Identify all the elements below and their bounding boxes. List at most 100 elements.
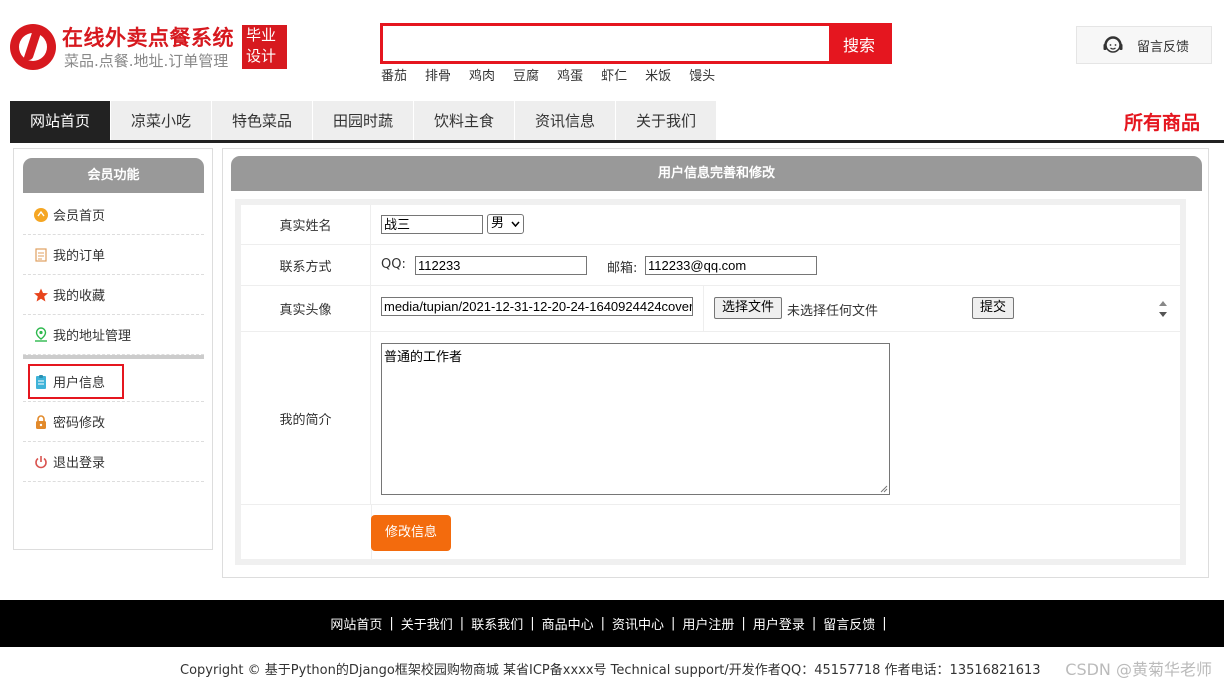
sidebar-item-orders[interactable]: 我的订单	[23, 235, 204, 275]
feedback-button[interactable]: 留言反馈	[1076, 26, 1212, 64]
upload-submit-button[interactable]: 提交	[972, 297, 1015, 319]
order-icon	[33, 247, 49, 263]
footer-nav: 网站首页 | 关于我们 | 联系我们 | 商品中心 | 资讯中心 | 用户注册 | 用户登录…	[0, 600, 1224, 647]
nav-tab-specialties[interactable]: 特色菜品	[212, 101, 313, 140]
footer-separator: |	[671, 616, 676, 631]
update-info-button[interactable]: 修改信息	[371, 515, 451, 551]
footer-separator: |	[459, 616, 465, 631]
copyright-text: Copyright © 基于Python的Django框架校园购物商城 某省IC…	[180, 663, 1041, 678]
sidebar-item-label: 我的订单	[53, 249, 106, 264]
contact-label: 联系方式	[241, 245, 371, 285]
panel-title: 用户信息完善和修改	[231, 156, 1202, 191]
logo-mark-icon	[10, 24, 56, 70]
footer-separator: |	[741, 616, 746, 631]
lock-icon	[33, 414, 49, 430]
nav-tab-cold-dishes[interactable]: 凉菜小吃	[111, 101, 212, 140]
nav-tab-drinks-staples[interactable]: 饮料主食	[414, 101, 515, 140]
search-bar: 搜索	[380, 23, 892, 64]
no-file-chosen-text: 未选择任何文件	[787, 304, 879, 319]
hot-word-link[interactable]: 馒头	[689, 65, 715, 84]
footer-link-register[interactable]: 用户注册	[682, 614, 734, 633]
hot-word-link[interactable]: 米饭	[645, 65, 671, 84]
form-row-intro: 我的简介 普通的工作者	[241, 332, 1180, 505]
footer-link-home[interactable]: 网站首页	[330, 614, 382, 633]
sidebar-item-label: 退出登录	[53, 456, 106, 471]
form-row-avatar: 真实头像 media/tupian/2021-12-31-12-20-24-16…	[241, 286, 1180, 332]
email-field[interactable]: 112233@qq.com	[645, 256, 817, 275]
sidebar-item-label: 我的地址管理	[53, 329, 132, 344]
sidebar-item-label: 我的收藏	[53, 289, 106, 304]
name-label: 真实姓名	[241, 205, 371, 244]
user-info-panel: 用户信息完善和修改 真实姓名 战三 男 联系方式 QQ: 112233 邮箱: …	[222, 148, 1209, 578]
email-label: 邮箱:	[607, 261, 638, 276]
hot-word-link[interactable]: 鸡蛋	[557, 65, 583, 84]
name-field[interactable]: 战三	[381, 215, 483, 234]
avatar-path-field[interactable]: media/tupian/2021-12-31-12-20-24-1640924…	[381, 297, 693, 316]
nav-tab-about[interactable]: 关于我们	[616, 101, 717, 140]
site-subtitle: 菜品.点餐.地址.订单管理	[64, 52, 229, 70]
power-icon	[33, 454, 49, 470]
qq-field[interactable]: 112233	[415, 256, 587, 275]
star-icon	[33, 287, 49, 303]
sidebar-item-label: 会员首页	[53, 209, 106, 224]
nav-tab-vegetables[interactable]: 田园时蔬	[313, 101, 414, 140]
search-button[interactable]: 搜索	[829, 26, 889, 61]
footer-link-products[interactable]: 商品中心	[542, 614, 594, 633]
hot-word-link[interactable]: 排骨	[425, 65, 451, 84]
footer-separator: |	[389, 616, 394, 631]
home-icon	[33, 207, 49, 223]
hot-word-link[interactable]: 虾仁	[601, 65, 627, 84]
footer-separator: |	[530, 616, 535, 631]
nav-tab-news[interactable]: 资讯信息	[515, 101, 616, 140]
member-sidebar: 会员功能 会员首页 我的订单 我的收藏 我的地址管理 用户信息 密码修改 退出登…	[13, 148, 213, 550]
footer-link-about[interactable]: 关于我们	[401, 614, 453, 633]
nav-tab-home[interactable]: 网站首页	[10, 101, 111, 140]
chevron-down-icon	[511, 221, 520, 227]
headset-icon	[1103, 36, 1123, 53]
sidebar-divider	[23, 355, 204, 359]
cell-divider	[703, 286, 704, 332]
footer-link-contact[interactable]: 联系我们	[471, 614, 523, 633]
sidebar-item-favorites[interactable]: 我的收藏	[23, 275, 204, 315]
gender-value: 男	[491, 216, 505, 231]
stepper-arrows-icon	[1159, 301, 1167, 317]
logo-badge-line1: 毕业	[246, 26, 277, 44]
site-logo[interactable]: 在线外卖点餐系统 菜品.点餐.地址.订单管理 毕业 设计	[10, 22, 290, 72]
form-row-name: 真实姓名 战三 男	[241, 205, 1180, 245]
sidebar-item-label: 密码修改	[53, 416, 106, 431]
logo-badge-line2: 设计	[246, 47, 277, 65]
footer-separator: |	[811, 616, 817, 631]
scroll-stepper[interactable]	[1155, 297, 1171, 321]
gender-select[interactable]: 男	[487, 214, 524, 234]
logo-badge: 毕业 设计	[242, 25, 287, 69]
hot-words: 番茄 排骨 鸡肉 豆腐 鸡蛋 虾仁 米饭 馒头	[381, 65, 733, 84]
hot-word-link[interactable]: 豆腐	[513, 65, 539, 84]
footer-separator: |	[882, 616, 887, 631]
intro-textarea[interactable]: 普通的工作者	[381, 343, 890, 495]
sidebar-item-member-home[interactable]: 会员首页	[23, 195, 204, 235]
footer-link-news[interactable]: 资讯中心	[612, 614, 664, 633]
watermark-text: CSDN @黄菊华老师	[1065, 660, 1212, 679]
location-icon	[33, 326, 49, 343]
footer-separator: |	[600, 616, 605, 631]
intro-label: 我的简介	[241, 332, 371, 504]
feedback-label: 留言反馈	[1137, 39, 1190, 55]
footer-link-login[interactable]: 用户登录	[753, 614, 805, 633]
main-nav: 网站首页 凉菜小吃 特色菜品 田园时蔬 饮料主食 资讯信息 关于我们 所有商品	[10, 101, 1224, 143]
user-info-form: 真实姓名 战三 男 联系方式 QQ: 112233 邮箱: 112233@qq.…	[235, 199, 1186, 565]
sidebar-item-addresses[interactable]: 我的地址管理	[23, 315, 204, 355]
avatar-label: 真实头像	[241, 286, 371, 331]
choose-file-button[interactable]: 选择文件	[714, 297, 783, 319]
search-input[interactable]	[383, 26, 829, 61]
all-products-link[interactable]: 所有商品	[1124, 108, 1200, 135]
form-row-contact: 联系方式 QQ: 112233 邮箱: 112233@qq.com	[241, 245, 1180, 286]
footer-link-feedback[interactable]: 留言反馈	[823, 614, 875, 633]
hot-word-link[interactable]: 番茄	[381, 65, 407, 84]
sidebar-item-logout[interactable]: 退出登录	[23, 442, 204, 482]
hot-word-link[interactable]: 鸡肉	[469, 65, 495, 84]
resize-handle-icon[interactable]	[880, 485, 888, 493]
active-item-highlight	[28, 364, 124, 399]
sidebar-item-change-password[interactable]: 密码修改	[23, 402, 204, 442]
site-title: 在线外卖点餐系统	[62, 26, 234, 50]
sidebar-title: 会员功能	[23, 158, 204, 193]
